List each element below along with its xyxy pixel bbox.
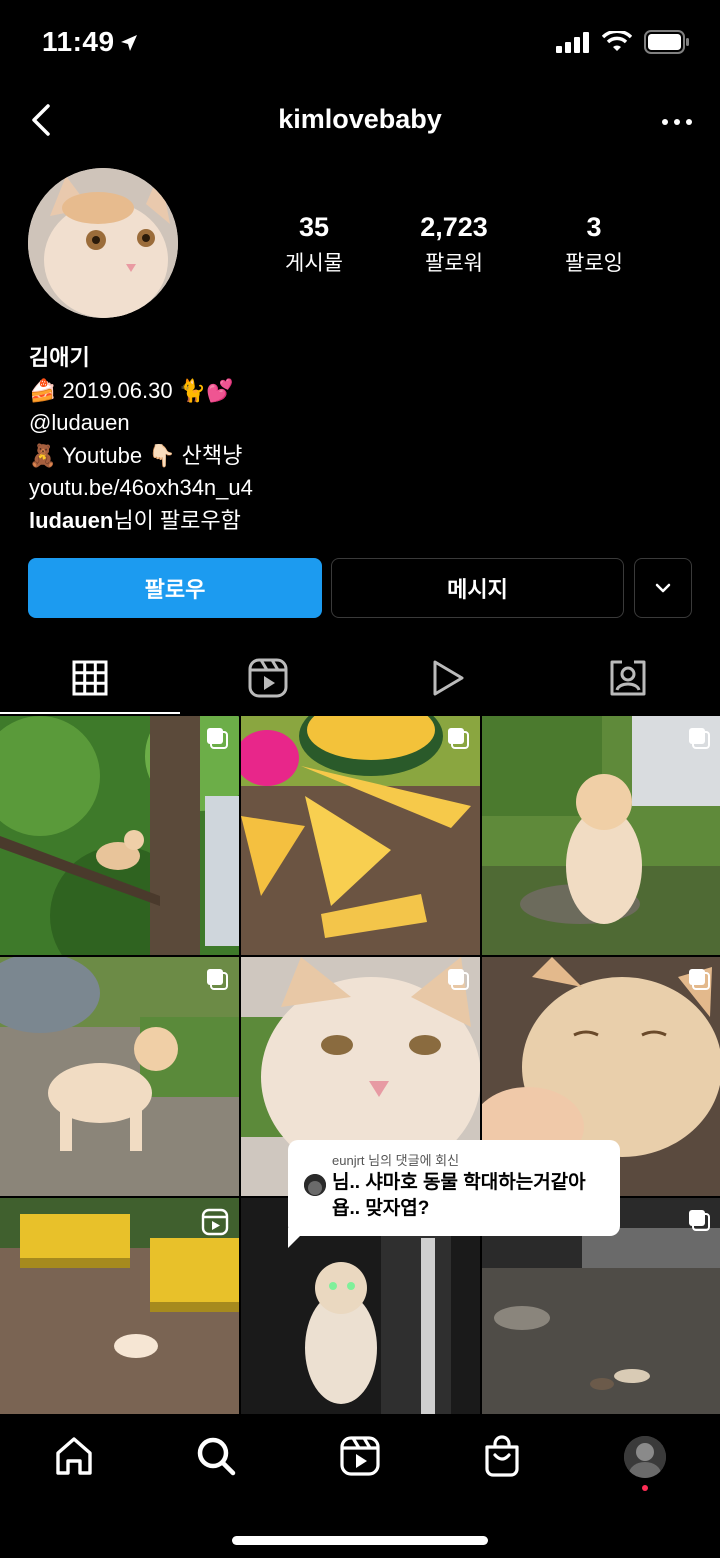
location-arrow-icon xyxy=(121,35,137,51)
more-horizontal-icon xyxy=(662,119,692,125)
multi-photo-icon xyxy=(689,969,710,990)
status-bar: 11:49 xyxy=(0,0,720,88)
stat-posts-label: 게시물 xyxy=(285,252,343,275)
followed-by-username: ludauen xyxy=(29,507,114,533)
posts-grid xyxy=(0,716,720,1414)
commenter-avatar-image xyxy=(304,1174,326,1196)
grid-post-4[interactable] xyxy=(0,957,239,1196)
profile-header: kimlovebaby xyxy=(0,92,720,152)
nav-reels[interactable] xyxy=(338,1434,382,1478)
more-options-button[interactable] xyxy=(660,110,694,134)
nav-search[interactable] xyxy=(194,1434,238,1478)
post-image-cat-sitting xyxy=(482,716,720,955)
reels-icon xyxy=(340,1436,380,1476)
profile-username: kimlovebaby xyxy=(278,104,442,134)
stat-following-label: 팔로잉 xyxy=(565,252,623,275)
home-icon xyxy=(56,1437,92,1475)
profile-display-name: 김애기 xyxy=(29,345,90,370)
notification-dot xyxy=(642,1485,648,1491)
home-indicator[interactable] xyxy=(232,1536,488,1545)
post-image-cat-in-tree xyxy=(0,716,239,955)
play-icon xyxy=(433,660,464,696)
suggested-accounts-button[interactable] xyxy=(634,558,692,618)
multi-photo-icon xyxy=(689,728,710,749)
shop-bag-icon xyxy=(485,1435,519,1477)
search-icon xyxy=(197,1437,236,1476)
bio-mention-link[interactable]: @ludauen xyxy=(29,407,689,440)
nav-profile-avatar[interactable] xyxy=(624,1436,666,1478)
status-time: 11:49 xyxy=(42,26,115,57)
tab-tagged[interactable] xyxy=(538,640,718,716)
nav-home[interactable] xyxy=(52,1434,96,1478)
grid-post-7[interactable] xyxy=(0,1198,239,1437)
multi-photo-icon xyxy=(689,1210,710,1231)
stat-followers[interactable]: 2,723 팔로워 xyxy=(384,212,524,277)
post-image-watermelon xyxy=(241,716,480,955)
multi-photo-icon xyxy=(207,728,228,749)
grid-post-3[interactable] xyxy=(482,716,720,955)
message-button[interactable]: 메시지 xyxy=(331,558,624,618)
followed-by-suffix: 님이 팔로우함 xyxy=(113,507,241,533)
grid-post-2[interactable] xyxy=(241,716,480,955)
stat-posts[interactable]: 35 게시물 xyxy=(244,212,384,277)
multi-photo-icon xyxy=(448,728,469,749)
post-image-cat-on-path xyxy=(0,957,239,1196)
stat-following[interactable]: 3 팔로잉 xyxy=(524,212,664,277)
status-indicators xyxy=(556,30,690,54)
battery-icon xyxy=(644,30,689,54)
multi-photo-icon xyxy=(448,969,469,990)
tagged-person-icon xyxy=(610,660,646,696)
tab-reels[interactable] xyxy=(178,640,358,716)
profile-avatar-image xyxy=(624,1436,666,1478)
multi-photo-icon xyxy=(207,969,228,990)
bio-line-birthday: 🍰 2019.06.30 🐈💕 xyxy=(29,377,234,403)
reels-icon xyxy=(201,1208,229,1236)
stat-posts-value: 35 xyxy=(298,212,330,242)
active-tab-indicator xyxy=(0,712,180,714)
wifi-icon xyxy=(602,31,632,51)
reels-icon xyxy=(248,658,288,698)
signal-icon xyxy=(556,32,589,53)
tab-posts-grid[interactable] xyxy=(0,640,180,716)
bottom-navigation xyxy=(0,1414,720,1504)
stat-followers-label: 팔로워 xyxy=(425,252,483,275)
commenter-avatar xyxy=(304,1174,326,1196)
tab-videos[interactable] xyxy=(358,640,538,716)
grid-post-1[interactable] xyxy=(0,716,239,955)
followed-by-text[interactable]: ludauen님이 팔로우함 xyxy=(29,505,689,538)
profile-avatar[interactable] xyxy=(28,168,178,318)
profile-stats: 35 게시물 2,723 팔로워 3 팔로잉 xyxy=(244,212,664,277)
bio-line-youtube: 🧸 Youtube 👇🏻 산책냥 xyxy=(29,442,243,468)
grid-icon xyxy=(72,660,108,696)
bio-website-link[interactable]: youtu.be/46oxh34n_u4 xyxy=(29,472,689,505)
profile-bio: 김애기 🍰 2019.06.30 🐈💕 @ludauen 🧸 Youtube 👇… xyxy=(29,342,689,537)
comment-reply-meta: eunjrt 님의 댓글에 회신 xyxy=(332,1153,460,1168)
stat-following-value: 3 xyxy=(586,212,602,242)
comment-bubble-tail xyxy=(288,1228,308,1248)
profile-tabs xyxy=(0,640,720,716)
comment-reply-sticker: eunjrt 님의 댓글에 회신 님.. 샤마호 동물 학대하는거같아욥.. 맞… xyxy=(288,1140,620,1236)
stat-followers-value: 2,723 xyxy=(420,212,488,242)
comment-reply-text: 님.. 샤마호 동물 학대하는거같아욥.. 맞자엽? xyxy=(332,1172,586,1219)
nav-shop[interactable] xyxy=(480,1434,524,1478)
follow-button[interactable]: 팔로우 xyxy=(28,558,322,618)
profile-actions: 팔로우 메시지 xyxy=(28,558,692,618)
cat-avatar-image xyxy=(28,168,178,318)
chevron-down-icon xyxy=(655,583,671,593)
